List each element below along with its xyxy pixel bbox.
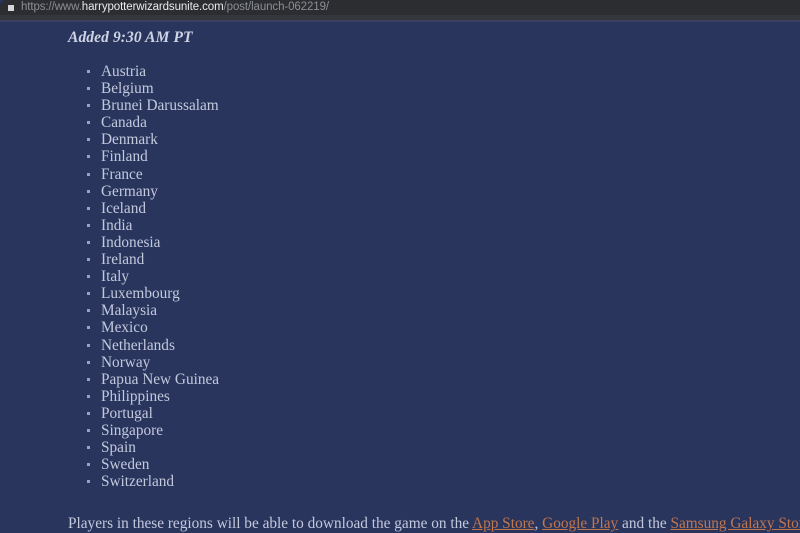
paragraph-text-lead: Players in these regions will be able to… bbox=[68, 515, 473, 532]
list-item: Austria bbox=[86, 63, 219, 80]
added-time-heading: Added 9:30 AM PT bbox=[68, 29, 193, 46]
list-item: Iceland bbox=[86, 200, 219, 217]
app-store-link[interactable]: App Store bbox=[472, 515, 534, 532]
list-item: Germany bbox=[86, 183, 219, 200]
list-item: Sweden bbox=[86, 456, 219, 473]
list-item: Finland bbox=[86, 148, 219, 165]
download-availability-paragraph: Players in these regions will be able to… bbox=[68, 515, 800, 533]
list-item: Malaysia bbox=[86, 302, 219, 319]
url-text[interactable]: https://www.harrypotterwizardsunite.com/… bbox=[21, 0, 329, 15]
list-item: Singapore bbox=[86, 422, 219, 439]
paragraph-separator-1: , bbox=[534, 515, 543, 532]
site-identity-icon bbox=[8, 5, 14, 11]
browser-url-bar[interactable]: https://www.harrypotterwizardsunite.com/… bbox=[0, 0, 800, 15]
list-item: Ireland bbox=[86, 251, 219, 268]
list-item: Luxembourg bbox=[86, 285, 219, 302]
list-item: Canada bbox=[86, 114, 219, 131]
list-item: Mexico bbox=[86, 319, 219, 336]
samsung-galaxy-store-link[interactable]: Samsung Galaxy Store bbox=[670, 515, 800, 532]
list-item: India bbox=[86, 217, 219, 234]
url-scheme: https://www. bbox=[21, 1, 82, 13]
list-item: Papua New Guinea bbox=[86, 370, 220, 388]
country-availability-list: Austria Belgium Brunei Darussalam Canada Den… bbox=[68, 63, 219, 490]
list-item: France bbox=[86, 166, 219, 183]
paragraph-separator-2: and the bbox=[618, 515, 671, 532]
list-item: Brunei Darussalam bbox=[86, 97, 219, 115]
list-item: Norway bbox=[86, 354, 219, 371]
list-item: Switzerland bbox=[86, 473, 219, 490]
list-item: Portugal bbox=[86, 405, 219, 422]
url-domain: harrypotterwizardsunite.com bbox=[81, 1, 224, 13]
list-item: Indonesia bbox=[86, 234, 219, 251]
url-path: /post/launch-062219/ bbox=[223, 1, 330, 13]
list-item: Italy bbox=[86, 268, 219, 285]
list-item: Denmark bbox=[86, 131, 219, 148]
article-page: Added 9:30 AM PT Austria Belgium Brunei Da… bbox=[0, 22, 800, 533]
list-item: Netherlands bbox=[86, 337, 219, 354]
list-item: Philippines bbox=[86, 388, 219, 405]
list-item: Spain bbox=[86, 439, 219, 456]
list-item: Belgium bbox=[86, 80, 219, 97]
google-play-link[interactable]: Google Play bbox=[542, 515, 618, 532]
